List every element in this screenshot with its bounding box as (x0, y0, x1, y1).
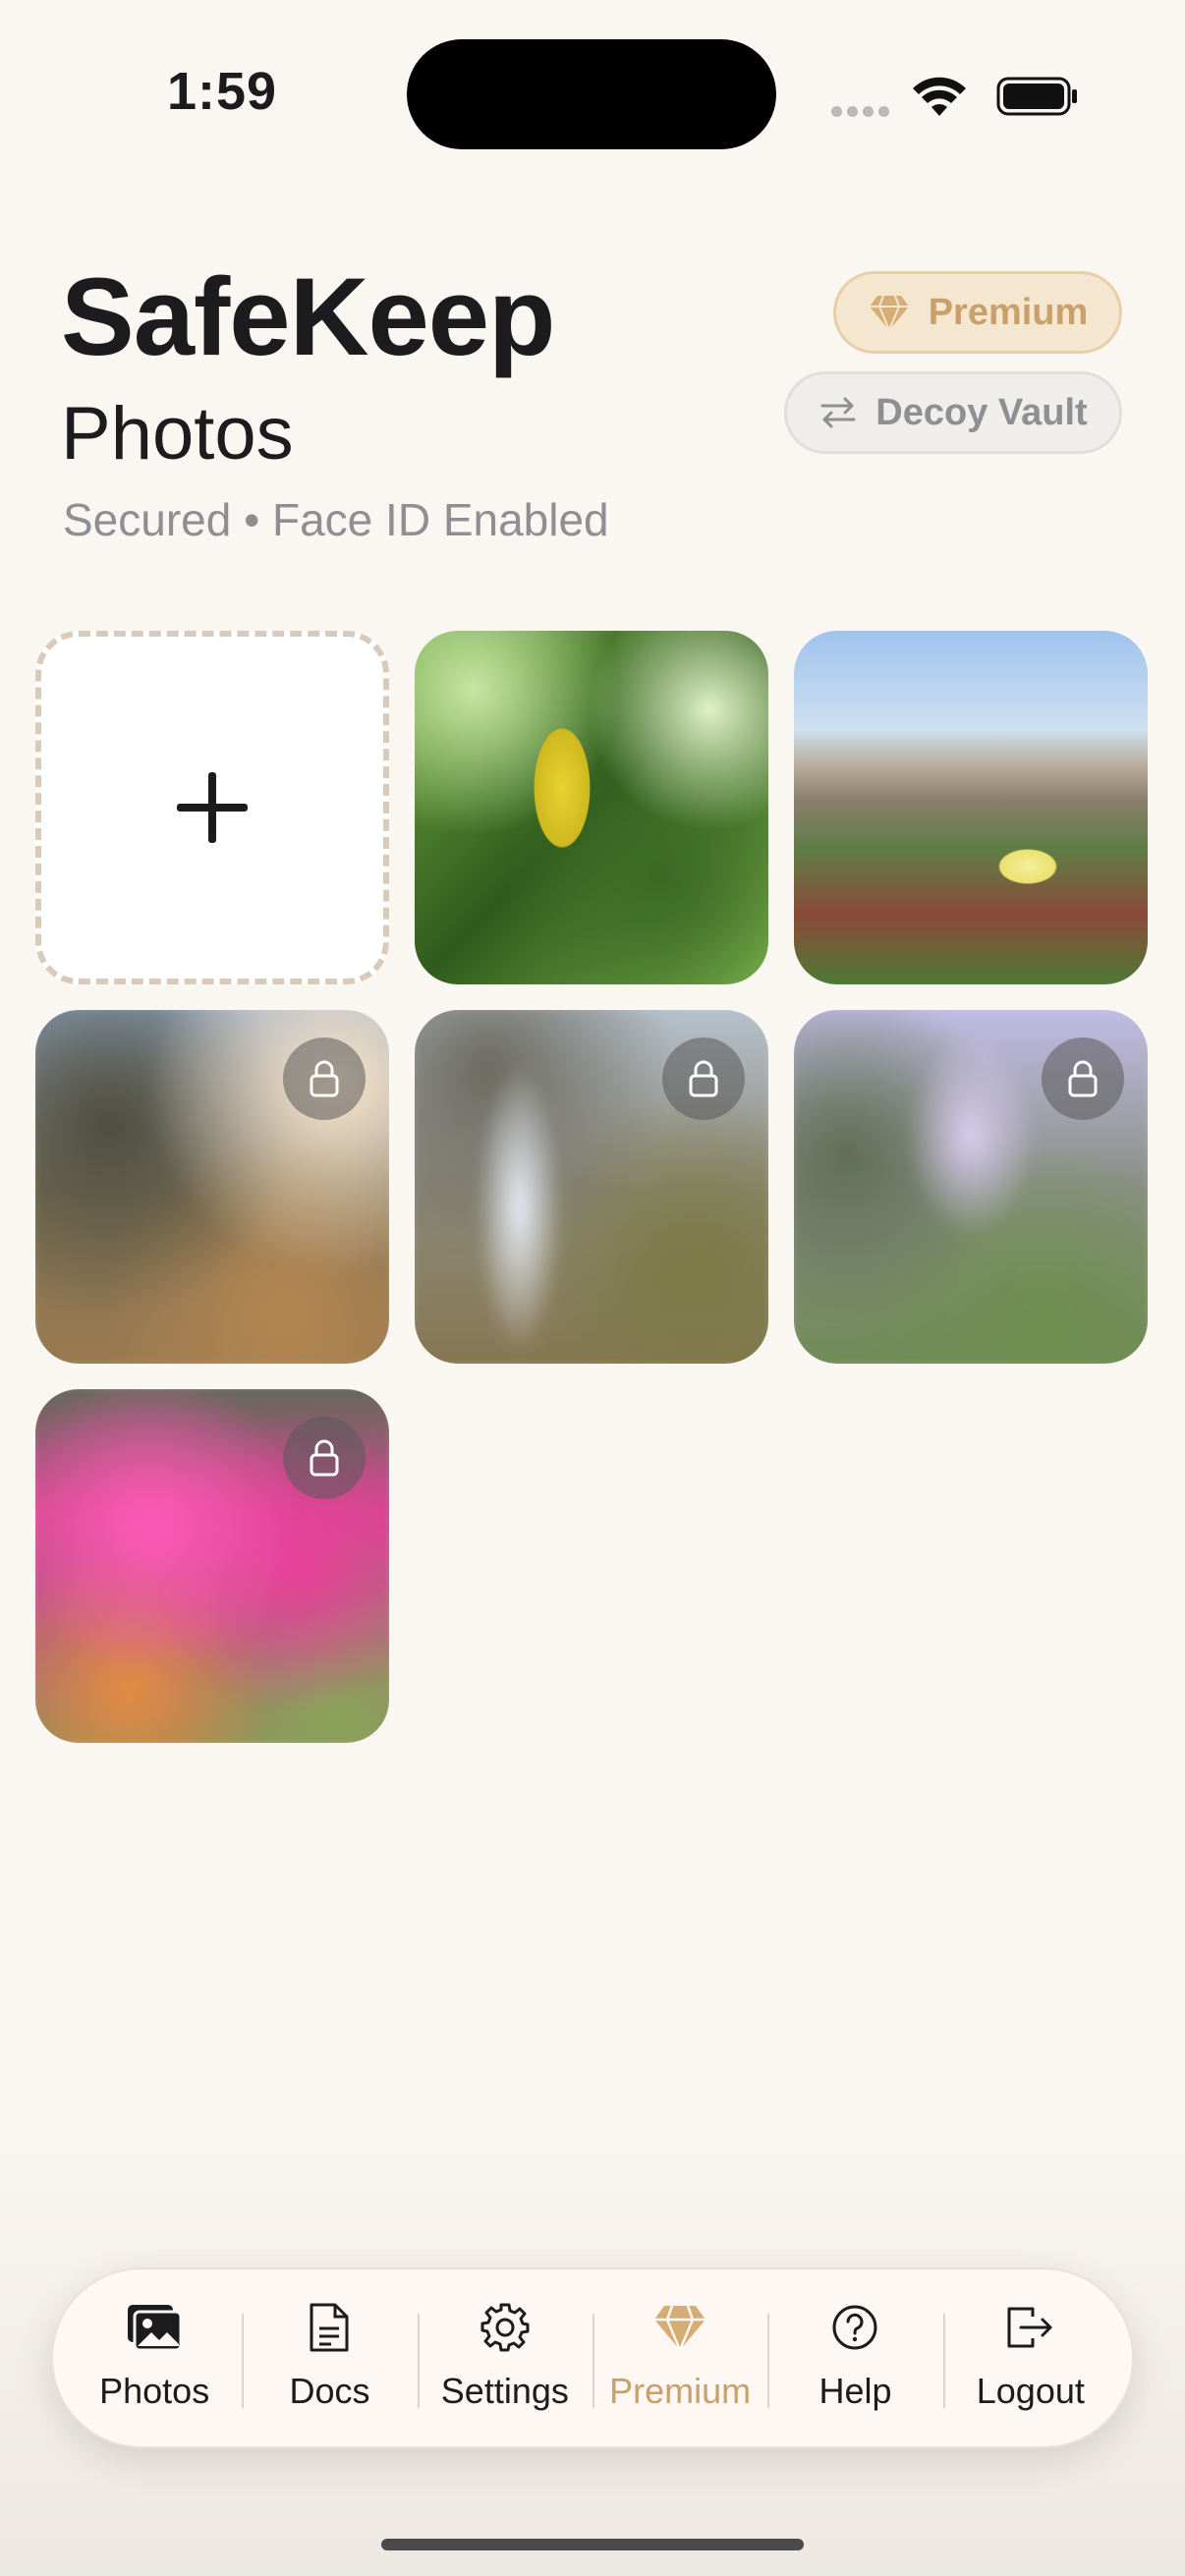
logout-icon (1007, 2307, 1052, 2348)
swap-arrows-icon (820, 397, 856, 428)
status-icons (831, 69, 1185, 128)
diamond-icon (869, 295, 909, 332)
premium-button[interactable]: Premium (833, 271, 1122, 354)
tab-label: Help (818, 2371, 892, 2411)
lock-badge (283, 1037, 366, 1120)
document-icon (310, 2303, 349, 2352)
tab-label: Settings (440, 2371, 569, 2411)
tab-docs[interactable]: Docs (242, 2294, 417, 2422)
plus-icon (177, 772, 248, 843)
security-status: Secured • Face ID Enabled (63, 494, 609, 545)
tab-logout[interactable]: Logout (942, 2294, 1118, 2422)
leaf-photo[interactable] (415, 631, 768, 984)
decoy-vault-label: Decoy Vault (875, 391, 1088, 433)
diamond-icon (654, 2305, 706, 2352)
locked-photo-3[interactable] (794, 1010, 1148, 1364)
lock-icon (689, 1060, 718, 1097)
photos-icon (128, 2305, 183, 2352)
lock-badge (283, 1417, 366, 1499)
dynamic-island (407, 39, 776, 149)
premium-button-label: Premium (928, 291, 1089, 333)
app-title: SafeKeep (61, 255, 555, 378)
home-indicator[interactable] (381, 2539, 804, 2550)
tab-settings[interactable]: Settings (417, 2294, 592, 2422)
locked-photo-4[interactable] (35, 1389, 389, 1743)
locked-photo-1[interactable] (35, 1010, 389, 1364)
gear-icon (480, 2303, 530, 2352)
help-icon (832, 2305, 877, 2350)
tab-label: Docs (289, 2371, 370, 2411)
signal-dots-icon (831, 106, 890, 118)
tab-label: Logout (976, 2371, 1085, 2411)
lock-badge (662, 1037, 745, 1120)
battery-icon (996, 77, 1077, 116)
status-time: 1:59 (167, 62, 278, 121)
tab-label: Photos (99, 2371, 210, 2411)
locked-photo-2[interactable] (415, 1010, 768, 1364)
add-photo-tile[interactable] (35, 631, 389, 984)
tab-photos[interactable]: Photos (67, 2294, 242, 2422)
lock-icon (310, 1060, 339, 1097)
wifi-icon (913, 77, 966, 116)
section-title: Photos (61, 392, 294, 476)
lock-badge (1042, 1037, 1124, 1120)
tab-help[interactable]: Help (767, 2294, 942, 2422)
tab-bar: Photos Docs Settings Premium Help Logout (51, 2268, 1134, 2448)
beach-grass-photo[interactable] (794, 631, 1148, 984)
tab-premium[interactable]: Premium (592, 2294, 767, 2422)
tab-label: Premium (609, 2371, 752, 2411)
decoy-vault-button[interactable]: Decoy Vault (784, 371, 1122, 454)
lock-icon (310, 1439, 339, 1477)
lock-icon (1068, 1060, 1098, 1097)
